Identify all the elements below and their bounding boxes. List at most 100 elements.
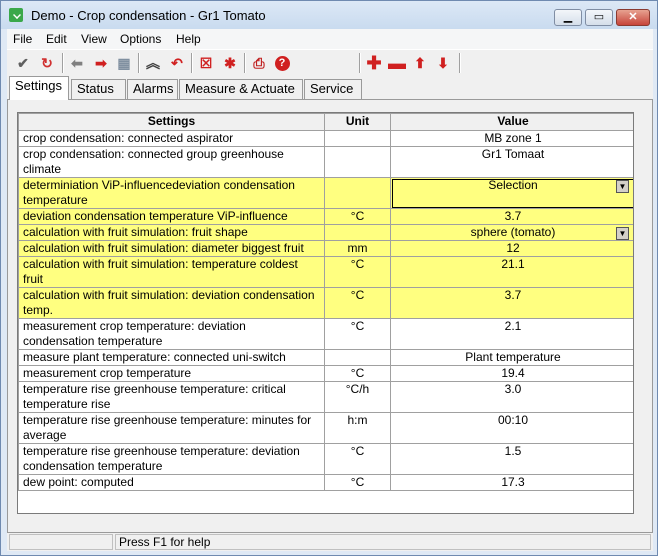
menu-help[interactable]: Help xyxy=(176,32,201,46)
asterisk-icon[interactable]: ✱ xyxy=(220,53,240,73)
unit-cell xyxy=(324,349,391,366)
value-text: 12 xyxy=(506,241,520,255)
value-wrapper: 21.1 xyxy=(395,257,631,272)
status-bar: Press F1 for help xyxy=(7,533,653,551)
menu-options[interactable]: Options xyxy=(120,32,161,46)
setting-name-cell: temperature rise greenhouse temperature:… xyxy=(18,443,325,475)
setting-name-cell: deviation condensation temperature ViP-i… xyxy=(18,208,325,225)
add-icon[interactable]: ✚ xyxy=(364,53,384,73)
value-cell[interactable]: 3.7 xyxy=(390,287,633,319)
setting-name-cell: determiniation ViP-influencedeviation co… xyxy=(18,177,325,209)
maximize-button[interactable]: ▭ xyxy=(585,9,613,26)
minimize-button[interactable]: ▁ xyxy=(554,9,582,26)
toolbar: ✔ ↻ ⬅ ➡ ▦ ︽ ↶ ☒ ✱ ⎙ ? ✚ ▬ ⬆ ⬇ xyxy=(7,49,653,77)
app-icon xyxy=(9,8,23,22)
value-wrapper: 19.4 xyxy=(395,366,631,381)
table-row[interactable]: measurement crop temperature °C 19.4 xyxy=(18,365,633,382)
setting-name-cell: calculation with fruit simulation: devia… xyxy=(18,287,325,319)
value-wrapper: 1.5 xyxy=(395,444,631,459)
value-wrapper: MB zone 1 xyxy=(395,131,631,146)
value-cell[interactable]: Plant temperature xyxy=(390,349,633,366)
table-row[interactable]: calculation with fruit simulation: fruit… xyxy=(18,224,633,241)
arrow-right-icon[interactable]: ➡ xyxy=(91,53,111,73)
menu-view[interactable]: View xyxy=(81,32,107,46)
dropdown-arrow-icon[interactable]: ▼ xyxy=(616,227,629,240)
tab-measure-actuate[interactable]: Measure & Actuate xyxy=(179,79,303,99)
table-row[interactable]: crop condensation: connected aspirator MB… xyxy=(18,130,633,147)
value-cell[interactable]: 12 xyxy=(390,240,633,257)
value-cell[interactable]: 2.1 xyxy=(390,318,633,350)
setting-name-cell: calculation with fruit simulation: tempe… xyxy=(18,256,325,288)
value-cell[interactable]: 3.0 xyxy=(390,381,633,413)
column-header-value[interactable]: Value xyxy=(390,113,633,131)
tab-settings[interactable]: Settings xyxy=(9,76,69,100)
help-icon[interactable]: ? xyxy=(272,53,292,73)
value-dropdown-cell[interactable]: sphere (tomato) ▼ xyxy=(390,224,633,241)
tab-service[interactable]: Service xyxy=(304,79,362,99)
delete-icon[interactable]: ☒ xyxy=(196,53,216,73)
table-row[interactable]: measure plant temperature: connected uni… xyxy=(18,349,633,366)
tab-status[interactable]: Status xyxy=(71,79,126,99)
column-header-settings[interactable]: Settings xyxy=(18,113,325,131)
table-row[interactable]: calculation with fruit simulation: tempe… xyxy=(18,256,633,288)
value-cell[interactable]: 00:10 xyxy=(390,412,633,444)
table-row[interactable]: calculation with fruit simulation: devia… xyxy=(18,287,633,319)
grid-icon[interactable]: ▦ xyxy=(114,53,134,73)
status-pane-left xyxy=(9,534,113,550)
value-text: 2.1 xyxy=(504,319,522,333)
close-button[interactable]: ✕ xyxy=(616,9,650,26)
unit-cell: °C xyxy=(324,443,391,475)
title-bar[interactable]: Demo - Crop condensation - Gr1 Tomato ▁ … xyxy=(1,1,657,29)
toolbar-separator xyxy=(459,53,461,73)
column-header-unit[interactable]: Unit xyxy=(324,113,391,131)
table-row[interactable]: measurement crop temperature: deviation … xyxy=(18,318,633,350)
table-row[interactable]: calculation with fruit simulation: diame… xyxy=(18,240,633,257)
value-cell[interactable]: 21.1 xyxy=(390,256,633,288)
check-icon[interactable]: ✔ xyxy=(13,53,33,73)
move-up-icon[interactable]: ⬆ xyxy=(410,53,430,73)
setting-name-cell: measurement crop temperature: deviation … xyxy=(18,318,325,350)
value-dropdown-cell[interactable]: Selection ▼ xyxy=(390,177,633,209)
setting-name-cell: measure plant temperature: connected uni… xyxy=(18,349,325,366)
menu-edit[interactable]: Edit xyxy=(46,32,67,46)
settings-grid[interactable]: Settings Unit Value crop condensation: c… xyxy=(17,112,634,514)
value-cell[interactable]: Gr1 Tomaat xyxy=(390,146,633,178)
value-text: Selection xyxy=(488,178,538,192)
value-cell[interactable]: 1.5 xyxy=(390,443,633,475)
value-text: MB zone 1 xyxy=(484,131,542,145)
table-row[interactable]: temperature rise greenhouse temperature:… xyxy=(18,381,633,413)
arrow-left-icon[interactable]: ⬅ xyxy=(67,53,87,73)
value-cell[interactable]: 17.3 xyxy=(390,474,633,491)
unit-cell: mm xyxy=(324,240,391,257)
value-cell[interactable]: 19.4 xyxy=(390,365,633,382)
collapse-icon[interactable]: ︽ xyxy=(143,53,163,73)
print-icon[interactable]: ⎙ xyxy=(249,53,269,73)
tab-alarms[interactable]: Alarms xyxy=(127,79,178,99)
value-text: Plant temperature xyxy=(465,350,561,364)
table-row[interactable]: determiniation ViP-influencedeviation co… xyxy=(18,177,633,209)
value-text: 21.1 xyxy=(501,257,525,271)
value-wrapper: Selection ▼ xyxy=(395,178,631,193)
menu-file[interactable]: File xyxy=(13,32,32,46)
table-row[interactable]: dew point: computed °C 17.3 xyxy=(18,474,633,491)
value-cell[interactable]: MB zone 1 xyxy=(390,130,633,147)
dropdown-arrow-icon[interactable]: ▼ xyxy=(616,180,629,193)
table-header-row: Settings Unit Value xyxy=(18,113,633,131)
table-row[interactable]: deviation condensation temperature ViP-i… xyxy=(18,208,633,225)
minimize-icon: ▁ xyxy=(563,11,573,23)
menu-bar: File Edit View Options Help xyxy=(7,29,653,49)
value-cell[interactable]: 3.7 xyxy=(390,208,633,225)
unit-cell xyxy=(324,224,391,241)
toolbar-separator xyxy=(244,53,246,73)
undo-icon[interactable]: ↶ xyxy=(167,53,187,73)
table-row[interactable]: temperature rise greenhouse temperature:… xyxy=(18,443,633,475)
table-row[interactable]: temperature rise greenhouse temperature:… xyxy=(18,412,633,444)
application-window: Demo - Crop condensation - Gr1 Tomato ▁ … xyxy=(0,0,658,556)
move-down-icon[interactable]: ⬇ xyxy=(433,53,453,73)
refresh-icon[interactable]: ↻ xyxy=(37,53,57,73)
unit-cell xyxy=(324,146,391,178)
table-row[interactable]: crop condensation: connected group green… xyxy=(18,146,633,178)
value-text: 17.3 xyxy=(501,475,525,489)
unit-cell: °C xyxy=(324,474,391,491)
remove-icon[interactable]: ▬ xyxy=(387,53,407,73)
